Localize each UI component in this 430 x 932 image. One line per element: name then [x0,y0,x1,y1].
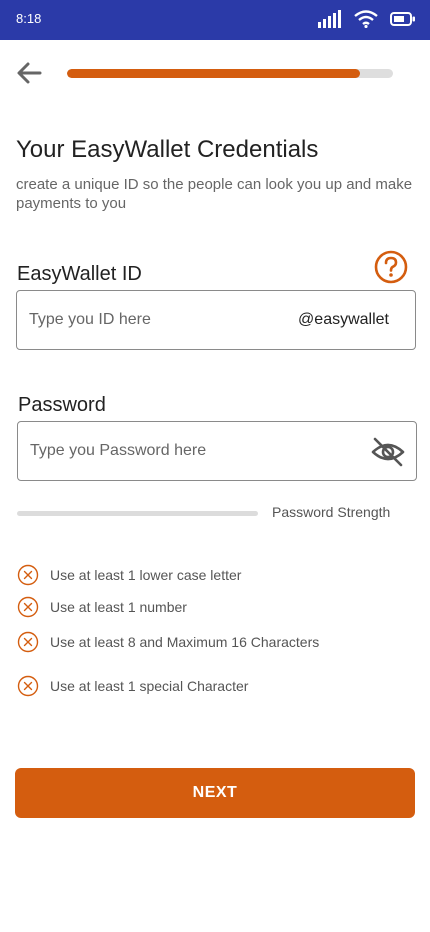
password-strength-label: Password Strength [272,504,391,520]
status-icons [318,8,416,30]
next-button[interactable]: NEXT [15,768,415,818]
page-subtitle: create a unique ID so the people can loo… [16,176,413,212]
password-field-label: Password [18,394,106,416]
password-input-box [17,421,417,481]
password-strength-bar [17,511,258,516]
back-arrow-icon[interactable] [14,58,44,88]
x-circle-icon [17,675,39,697]
rule-text: Use at least 1 special Character [50,678,249,694]
eye-off-icon[interactable] [370,434,406,470]
question-circle-icon[interactable] [374,250,408,284]
rule-number: Use at least 1 number [17,596,187,618]
rule-length: Use at least 8 and Maximum 16 Characters [17,631,319,653]
x-circle-icon [17,631,39,653]
wifi-icon [354,10,378,28]
signal-icon [318,10,341,28]
rule-text: Use at least 1 number [50,599,187,615]
rule-special-character: Use at least 1 special Character [17,675,248,697]
rule-lowercase: Use at least 1 lower case letter [17,564,241,586]
id-input-box: @easywallet [16,290,416,350]
progress-fill [67,69,361,78]
rule-text: Use at least 8 and Maximum 16 Characters [50,634,320,650]
x-circle-icon [17,596,39,618]
page-title: Your EasyWallet Credentials [16,136,319,163]
id-input[interactable] [29,291,279,349]
x-circle-icon [17,564,39,586]
rule-text: Use at least 1 lower case letter [50,567,242,583]
battery-icon [390,12,415,26]
progress-bar [67,69,393,78]
status-bar: 8:18 [0,0,430,40]
id-suffix: @easywallet [298,311,389,328]
status-time: 8:18 [16,11,42,26]
id-field-label: EasyWallet ID [17,263,142,285]
password-input[interactable] [30,422,350,480]
